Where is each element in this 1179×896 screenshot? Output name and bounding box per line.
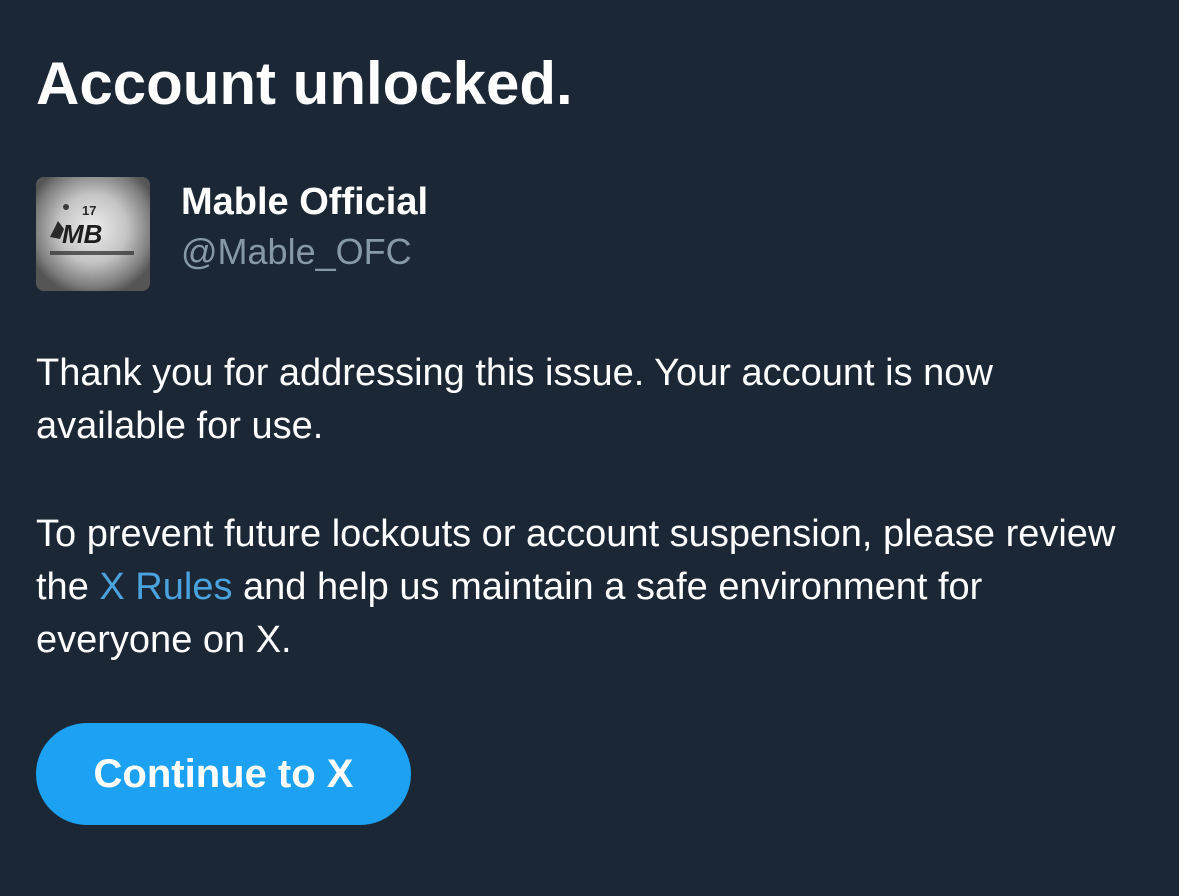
mb-logo-avatar-icon: 17 MB <box>36 177 150 291</box>
message-paragraph-2: To prevent future lockouts or account su… <box>36 508 1136 667</box>
account-handle: @Mable_OFC <box>181 231 412 272</box>
message-paragraph-1: Thank you for addressing this issue. You… <box>36 352 993 447</box>
account-unlocked-page: Account unlocked. 17 MB Mable Official @… <box>0 0 1179 896</box>
account-display-name: Mable Official <box>181 181 429 223</box>
account-profile: 17 MB Mable Official @Mable_OFC <box>36 177 428 291</box>
svg-text:MB: MB <box>62 219 102 249</box>
continue-button[interactable]: Continue to X <box>36 723 411 825</box>
page-title: Account unlocked. <box>36 50 573 117</box>
x-rules-link[interactable]: X Rules <box>99 566 232 608</box>
svg-text:17: 17 <box>82 203 96 218</box>
account-names: Mable Official @Mable_OFC <box>181 177 428 275</box>
avatar: 17 MB <box>36 177 150 291</box>
